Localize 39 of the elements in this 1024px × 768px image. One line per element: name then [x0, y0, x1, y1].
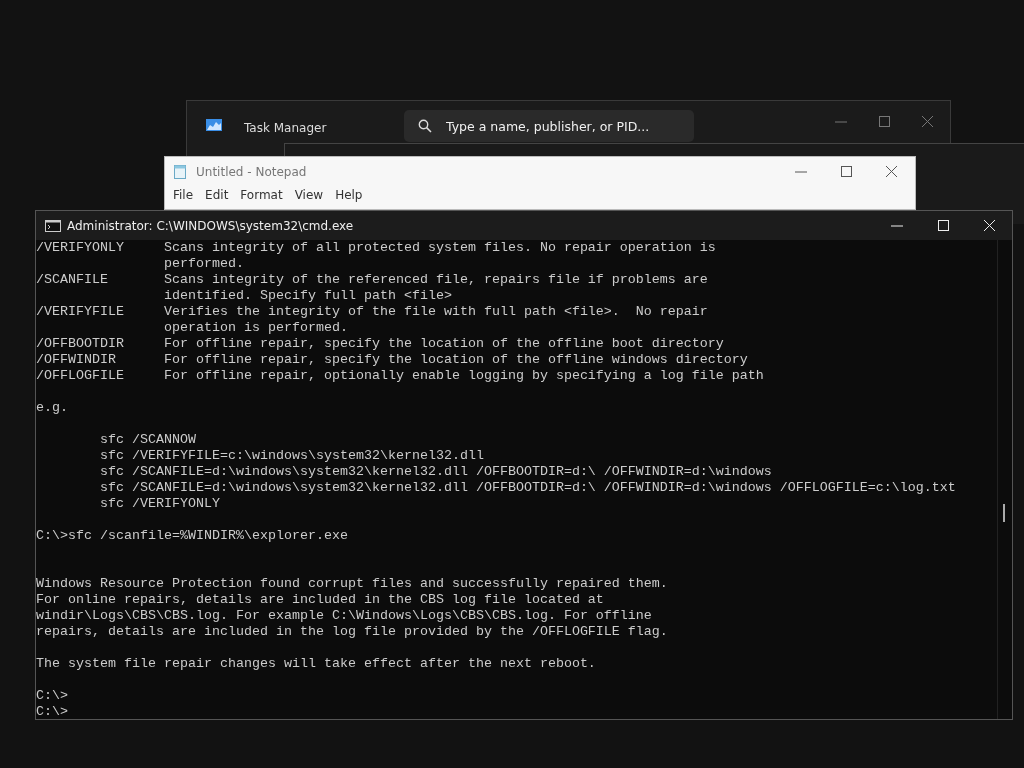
close-icon[interactable] [886, 166, 897, 177]
console-line: Windows Resource Protection found corrupt files and successfully repaired them. [36, 576, 668, 591]
console-line: sfc /VERIFYONLY [99, 496, 220, 511]
window-title: Administrator: C:\WINDOWS\system32\cmd.exe [67, 218, 354, 233]
console-line: C:\>sfc /scanfile=%WINDIR%\explorer.exe [36, 528, 348, 543]
console-line: sfc /SCANFILE=d:\windows\system32\kernel32.dll /OFFBOOTDIR=d:\ /OFFWINDIR=d:\windows /OFFLOGFILE=c:\log.txt [99, 480, 956, 495]
menu-item[interactable]: File [167, 186, 200, 204]
console-line: e.g. [36, 400, 68, 415]
console-line: sfc /VERIFYFILE=c:\windows\system32\kernel32.dll [99, 448, 484, 463]
console-line: /OFFWINDIR For offline repair, specify the location of the offline windows directory [36, 352, 748, 367]
console-line: The system file repair changes will take effect after the next reboot. [36, 656, 596, 671]
maximize-icon[interactable] [841, 166, 852, 177]
menu-item[interactable]: Edit [199, 186, 235, 204]
console-line: C:\> [36, 688, 68, 703]
console-line: C:\> [36, 704, 68, 719]
console-line: performed. [162, 256, 244, 271]
console-line: /VERIFYONLY Scans integrity of all protected system files. No repair operation is [36, 240, 716, 255]
window-title: Untitled - Notepad [196, 164, 307, 179]
console-line: repairs, details are included in the log file provided by the /OFFLOGFILE flag. [36, 624, 668, 639]
console-line: For online repairs, details are included in the CBS log file located at [36, 592, 604, 607]
search-field[interactable]: Type a name, publisher, or PID... [404, 110, 694, 142]
menu-item[interactable]: View [288, 186, 330, 204]
scrollbar-thumb[interactable] [1003, 504, 1005, 522]
console-line: sfc /SCANFILE=d:\windows\system32\kernel32.dll /OFFBOOTDIR=d:\ /OFFWINDIR=d:\windows [99, 464, 772, 479]
console-line: sfc /SCANNOW [99, 432, 196, 447]
console-line: /VERIFYFILE Verifies the integrity of the file with full path <file>. No repair [36, 304, 708, 319]
console-line: /SCANFILE Scans integrity of the referenced file, repairs file if problems are [36, 272, 708, 287]
window-title: Task Manager [244, 121, 328, 135]
console-line: /OFFBOOTDIR For offline repair, specify the location of the offline boot directory [36, 336, 724, 351]
menu-item[interactable]: Help [329, 186, 369, 204]
console-line: /OFFLOGFILE For offline repair, optionally enable logging by specifying a log file path [36, 368, 764, 383]
console-icon [45, 219, 61, 232]
notepad-icon [174, 164, 186, 179]
chart-icon [206, 119, 222, 131]
menu-item[interactable]: Format [234, 186, 289, 204]
console-line: windir\Logs\CBS\CBS.log. For example C:\Windows\Logs\CBS\CBS.log. For offline [36, 608, 652, 623]
console-line: identified. Specify full path <file> [162, 288, 452, 303]
search-icon [418, 119, 432, 133]
console-line: operation is performed. [162, 320, 348, 335]
